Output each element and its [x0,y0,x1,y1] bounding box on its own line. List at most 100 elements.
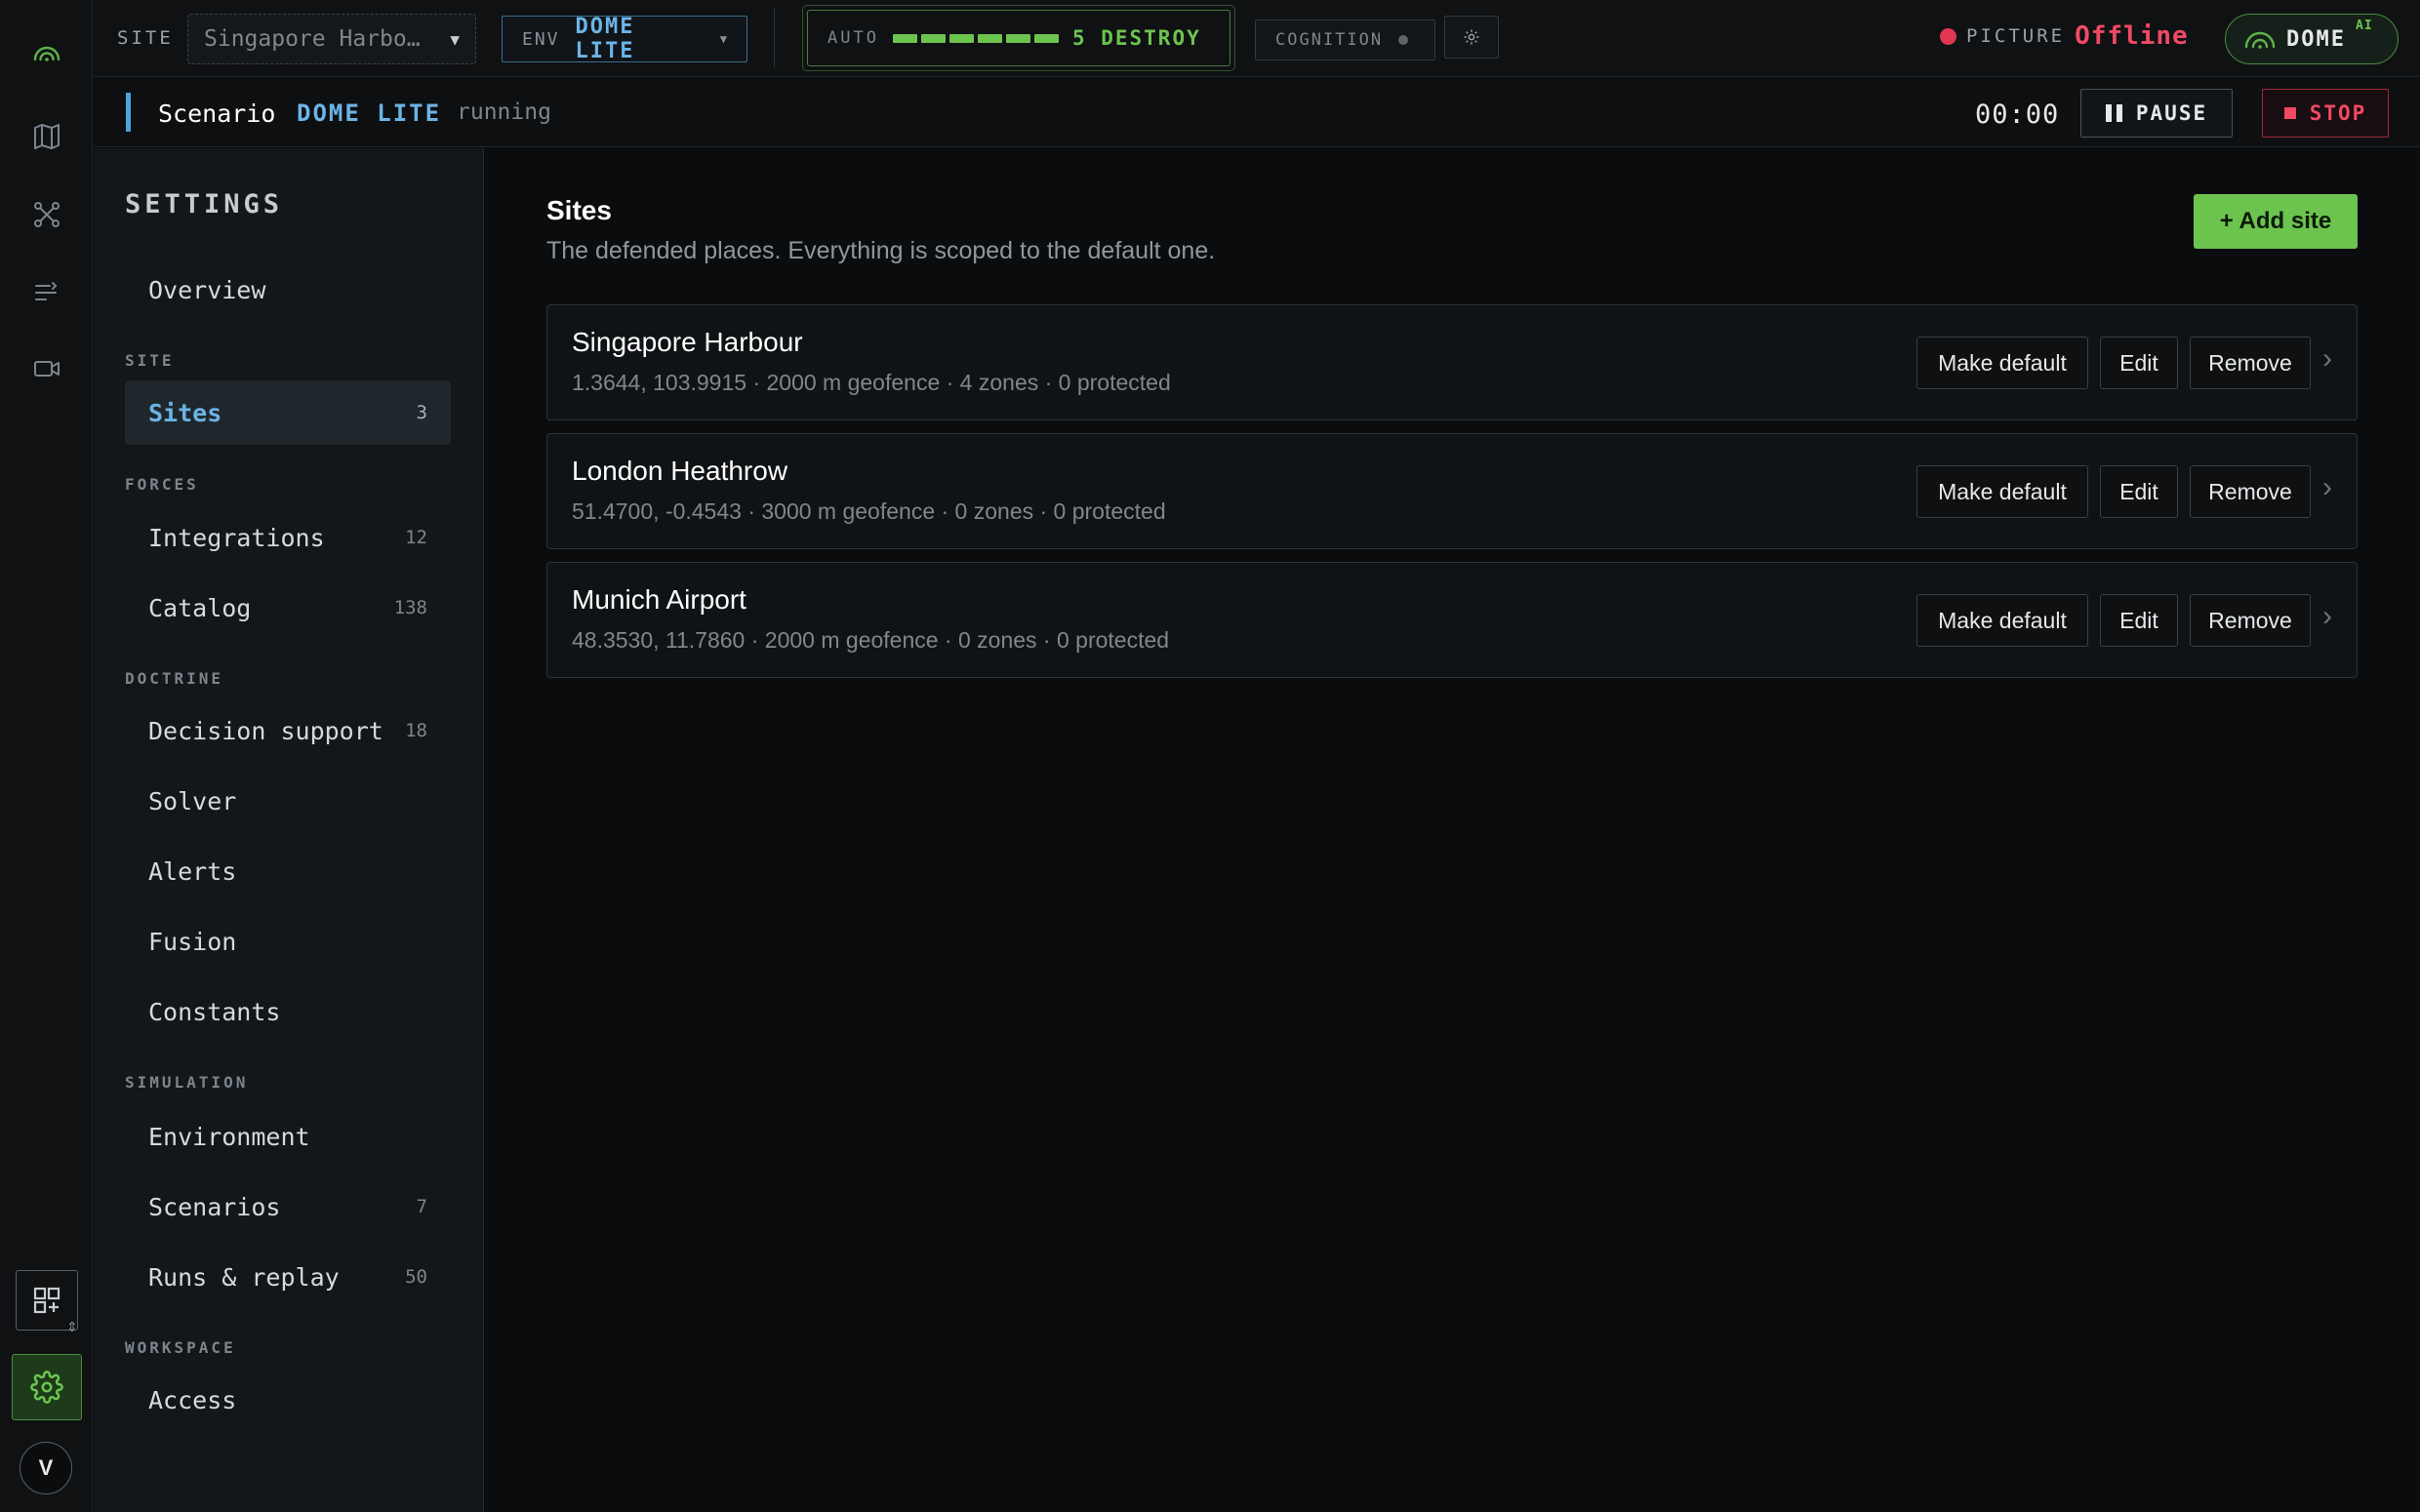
cognition-toggle[interactable]: COGNITION [1255,20,1435,60]
brand-sup: AI [2356,19,2373,33]
sidebar-item-sites[interactable]: Sites 3 [125,380,451,445]
topbar-settings-button[interactable] [1444,16,1499,59]
pause-icon [2105,104,2122,122]
sidebar-group-doctrine: DOCTRINE [125,669,224,688]
sidebar-item-count: 7 [416,1196,427,1217]
sidebar-item-environment[interactable]: Environment [125,1104,451,1169]
sidebar-item-count: 138 [393,597,427,618]
sidebar-item-label: Sites [148,398,222,427]
camera-icon[interactable] [27,349,66,388]
avatar[interactable]: V [20,1442,72,1494]
edit-button[interactable]: Edit [2100,465,2178,518]
scenario-timer: 00:00 [1975,99,2060,130]
pause-label: PAUSE [2135,101,2208,125]
autonomy-level-bars [892,33,1059,43]
site-name: London Heathrow [572,456,788,486]
chevron-right-icon[interactable]: › [2322,342,2332,376]
sidebar-group-workspace: WORKSPACE [125,1338,236,1357]
autonomy-level-control[interactable]: AUTO 5 DESTROY [802,5,1235,71]
brand-name: DOME [2286,26,2346,52]
site-card-munich-airport[interactable]: Munich Airport 48.3530, 11.7860 · 2000 m… [546,562,2358,678]
chevron-right-icon[interactable]: › [2322,471,2332,504]
edit-button[interactable]: Edit [2100,337,2178,389]
stop-label: STOP [2309,101,2367,125]
make-default-button[interactable]: Make default [1916,594,2088,647]
auto-label: AUTO [827,28,879,48]
sidebar-item-integrations[interactable]: Integrations 12 [125,505,451,570]
autonomy-bar [920,33,946,43]
dome-ai-button[interactable]: DOME AI [2225,14,2399,64]
picture-status-value: Offline [2075,21,2189,51]
make-default-button[interactable]: Make default [1916,465,2088,518]
site-selector-value: Singapore Harbo… [204,26,421,52]
chevron-down-icon: ▼ [719,32,727,46]
sidebar-item-solver[interactable]: Solver [125,769,451,833]
chevron-down-icon: ▼ [450,29,460,49]
scenario-bar: Scenario DOME LITE running 00:00 PAUSE S… [94,78,2420,147]
cognition-status-dot [1398,35,1409,45]
sidebar-item-label: Runs & replay [148,1262,340,1292]
edit-button[interactable]: Edit [2100,594,2178,647]
autonomy-bar [892,33,917,43]
sites-panel: Sites The defended places. Everything is… [485,148,2420,1512]
scenario-accent-bar [126,93,131,132]
chevron-right-icon[interactable]: › [2322,600,2332,633]
remove-button[interactable]: Remove [2190,465,2311,518]
settings-sidebar: SETTINGS Overview SITE Sites 3 FORCES In… [94,148,484,1512]
sidebar-item-count: 18 [405,720,427,741]
sidebar-item-constants[interactable]: Constants [125,979,451,1044]
make-default-button[interactable]: Make default [1916,337,2088,389]
sidebar-item-label: Access [148,1385,237,1414]
remove-button[interactable]: Remove [2190,594,2311,647]
chevron-updown-icon[interactable]: ⇕ [66,1319,78,1335]
sidebar-item-alerts[interactable]: Alerts [125,839,451,903]
site-name: Munich Airport [572,584,746,615]
top-bar: SITE Singapore Harbo… ▼ ENV DOME LITE ▼ … [94,0,2420,77]
sidebar-item-catalog[interactable]: Catalog 138 [125,576,451,640]
sidebar-item-label: Integrations [148,523,325,552]
add-site-button[interactable]: + Add site [2194,194,2358,249]
sidebar-group-simulation: SIMULATION [125,1073,249,1092]
nodes-icon[interactable] [27,195,66,234]
sidebar-item-access[interactable]: Access [125,1368,451,1432]
autonomy-bar [977,33,1002,43]
settings-title: SETTINGS [125,189,284,219]
sidebar-item-label: Constants [148,997,281,1026]
sidebar-item-decision-support[interactable]: Decision support 18 [125,698,451,763]
site-selector[interactable]: Singapore Harbo… ▼ [187,14,476,64]
sidebar-item-label: Scenarios [148,1192,281,1221]
remove-button[interactable]: Remove [2190,337,2311,389]
dome-logo-icon[interactable] [27,35,66,74]
sidebar-item-label: Solver [148,786,237,816]
list-filter-icon[interactable] [27,273,66,312]
scenario-status: running [457,99,551,125]
auto-value: 5 DESTROY [1071,26,1201,50]
divider [774,8,775,68]
sidebar-item-label: Fusion [148,927,237,956]
sidebar-item-label: Overview [148,275,266,304]
page-subtitle: The defended places. Everything is scope… [546,237,1216,264]
sidebar-item-label: Catalog [148,593,252,622]
sidebar-item-runs-replay[interactable]: Runs & replay 50 [125,1245,451,1309]
stop-icon [2283,107,2296,119]
stop-button[interactable]: STOP [2262,89,2389,138]
sidebar-item-overview[interactable]: Overview [125,258,451,322]
sidebar-group-site: SITE [125,351,175,370]
cognition-label: COGNITION [1275,30,1384,50]
picture-label: PICTURE [1966,25,2066,47]
site-meta: 1.3644, 103.9915 · 2000 m geofence · 4 z… [572,370,1171,395]
env-selector[interactable]: ENV DOME LITE ▼ [502,15,747,63]
site-meta: 48.3530, 11.7860 · 2000 m geofence · 0 z… [572,627,1170,653]
sidebar-item-scenarios[interactable]: Scenarios 7 [125,1174,451,1239]
pause-button[interactable]: PAUSE [2080,89,2233,138]
settings-gear-icon[interactable] [12,1354,82,1420]
site-card-london-heathrow[interactable]: London Heathrow 51.4700, -0.4543 · 3000 … [546,433,2358,549]
site-card-singapore-harbour[interactable]: Singapore Harbour 1.3644, 103.9915 · 200… [546,304,2358,420]
scenario-label: Scenario [158,99,276,128]
map-icon[interactable] [27,117,66,156]
sidebar-item-fusion[interactable]: Fusion [125,909,451,974]
gear-icon [1464,29,1479,45]
sidebar-item-count: 50 [405,1266,427,1288]
picture-status: PICTURE Offline [1940,21,2189,51]
site-meta: 51.4700, -0.4543 · 3000 m geofence · 0 z… [572,498,1166,524]
